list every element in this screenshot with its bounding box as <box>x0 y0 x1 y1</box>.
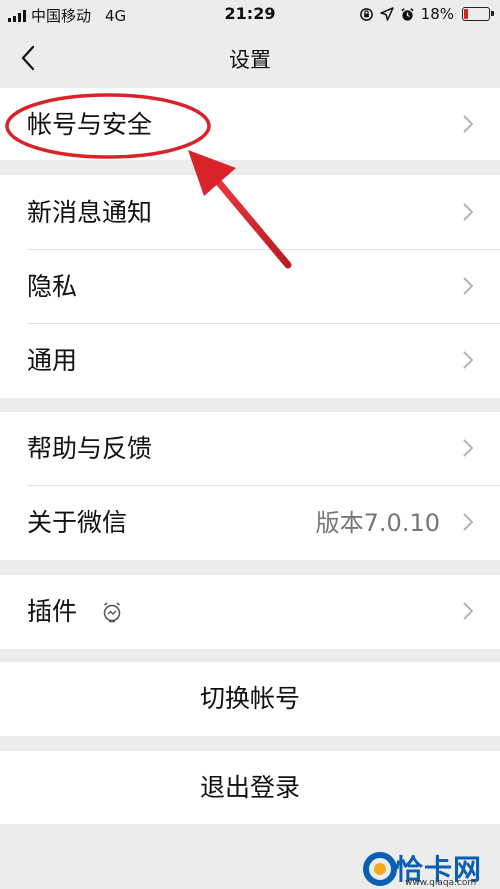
log-out-label: 退出登录 <box>199 773 300 802</box>
settings-item-general[interactable]: 通用 <box>0 324 500 398</box>
switch-account-button[interactable]: 切换帐号 <box>0 662 500 736</box>
settings-item-about-wechat[interactable]: 关于微信 版本7.0.10 <box>0 486 500 560</box>
battery-icon <box>462 7 494 21</box>
settings-item-new-message-notification[interactable]: 新消息通知 <box>0 175 500 250</box>
general-label: 通用 <box>27 346 78 375</box>
alarm-icon <box>401 7 414 21</box>
plugin-alarm-icon <box>103 602 121 623</box>
chevron-right-icon <box>463 439 474 457</box>
lock-rotation-icon <box>359 7 373 21</box>
page-title: 设置 <box>229 48 271 72</box>
chevron-right-icon <box>463 602 474 620</box>
status-bar: 中国移动 4G 21:29 18% <box>0 0 500 32</box>
chevron-right-icon <box>463 513 474 531</box>
account-security-label: 帐号与安全 <box>27 110 153 139</box>
settings-item-plugins[interactable]: 插件 <box>0 575 500 649</box>
new-message-notification-label: 新消息通知 <box>27 198 153 227</box>
status-right: 18% <box>359 5 494 23</box>
battery-percent: 18% <box>420 5 454 23</box>
chevron-right-icon <box>463 277 474 295</box>
plugins-label: 插件 <box>27 597 78 626</box>
settings-item-account-security[interactable]: 帐号与安全 <box>0 88 500 160</box>
chevron-right-icon <box>463 203 474 221</box>
help-feedback-label: 帮助与反馈 <box>27 434 153 463</box>
version-value: 版本7.0.10 <box>315 509 440 537</box>
watermark-sub: www.qiaqa.com <box>405 878 477 888</box>
nav-bar: 设置 <box>0 32 500 86</box>
chevron-right-icon <box>463 351 474 369</box>
chevron-right-icon <box>463 115 474 133</box>
switch-account-label: 切换帐号 <box>199 684 300 713</box>
settings-item-privacy[interactable]: 隐私 <box>0 250 500 324</box>
privacy-label: 隐私 <box>27 272 78 301</box>
log-out-button[interactable]: 退出登录 <box>0 751 500 824</box>
location-icon <box>379 7 394 21</box>
settings-item-help-feedback[interactable]: 帮助与反馈 <box>0 412 500 486</box>
about-wechat-label: 关于微信 <box>27 508 128 537</box>
